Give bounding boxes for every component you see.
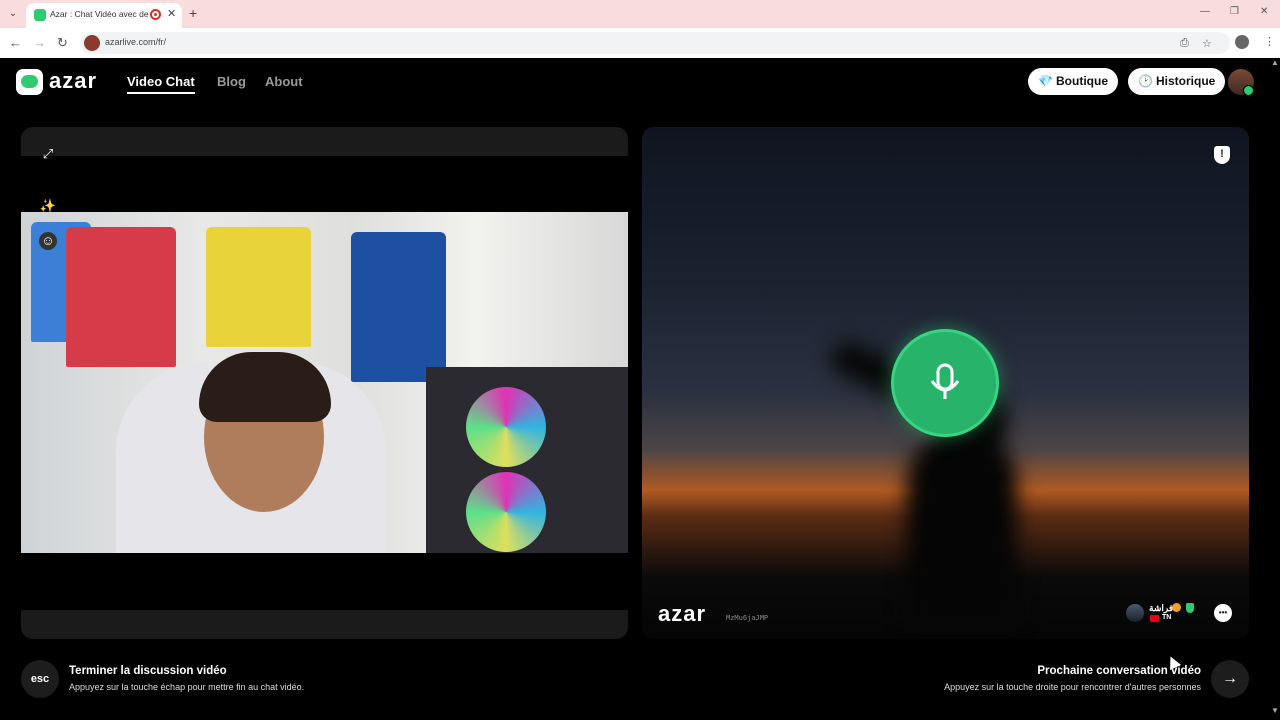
nav-video-chat[interactable]: Video Chat	[127, 74, 195, 94]
chat-icon[interactable]: •••	[1214, 604, 1232, 622]
new-tab-button[interactable]: +	[189, 5, 197, 21]
install-icon[interactable]: ⎙	[1180, 37, 1189, 50]
browser-tab[interactable]: Azar : Chat Vidéo avec de n ✕	[26, 3, 182, 28]
end-chat-subtitle: Appuyez sur la touche échap pour mettre …	[69, 682, 305, 692]
extensions-icon[interactable]	[1235, 35, 1249, 49]
local-user-hair	[199, 352, 331, 422]
restore-icon[interactable]: ❐	[1230, 6, 1239, 17]
magic-wand-icon[interactable]: ✨	[39, 197, 57, 215]
shop-button[interactable]: 💎 Boutique	[1028, 68, 1118, 95]
rgb-fan	[466, 387, 546, 467]
browser-tab-bar: ⌄ Azar : Chat Vidéo avec de n ✕ + — ❐ ✕	[0, 0, 1280, 28]
address-bar[interactable]: azarlive.com/fr/ ⎙ ☆	[80, 32, 1230, 54]
jersey	[66, 227, 176, 367]
tab-list-icon[interactable]: ⌄	[6, 7, 20, 21]
fullscreen-icon[interactable]: ⤢	[39, 145, 57, 163]
reload-icon[interactable]: ↻	[57, 35, 68, 51]
microphone-icon	[930, 363, 960, 399]
local-video	[21, 156, 628, 610]
peer-avatar[interactable]	[1126, 604, 1144, 622]
nav-about[interactable]: About	[265, 74, 303, 89]
history-button[interactable]: 🕑 Historique	[1128, 68, 1226, 95]
jersey	[351, 232, 446, 382]
browser-toolbar: ← → ↻ azarlive.com/fr/ ⎙ ☆ ⋮	[0, 28, 1280, 58]
face-filter-icon[interactable]: ☺	[39, 232, 57, 250]
forward-icon[interactable]: →	[33, 35, 46, 50]
remote-peer-id: MzMu6jaJMP	[726, 614, 769, 622]
clock-icon: 🕑	[1138, 74, 1153, 88]
bookmark-star-icon[interactable]: ☆	[1202, 37, 1212, 50]
diamond-icon: 💎	[1038, 74, 1053, 88]
arrow-right-icon[interactable]: →	[1211, 660, 1249, 698]
jersey	[206, 227, 311, 347]
azar-logo-text[interactable]: azar	[49, 68, 97, 94]
end-chat-title: Terminer la discussion vidéo	[69, 665, 227, 677]
shop-label: Boutique	[1056, 74, 1108, 88]
tab-title: Azar : Chat Vidéo avec de n	[50, 9, 150, 19]
end-chat-button[interactable]: esc	[21, 660, 59, 698]
peer-name: فراشة	[1149, 603, 1174, 613]
report-shield-icon[interactable]: !	[1214, 146, 1230, 164]
verified-shield-icon	[1186, 603, 1194, 613]
history-label: Historique	[1156, 74, 1216, 88]
back-icon[interactable]: ←	[9, 35, 22, 50]
rgb-fan	[466, 472, 546, 552]
microphone-button[interactable]	[891, 329, 999, 437]
recording-icon	[150, 9, 161, 20]
online-badge-icon	[1243, 85, 1254, 96]
site-info-icon[interactable]	[84, 35, 100, 51]
remote-video-panel: ! azar MzMu6jaJMP فراشة TN •••	[642, 127, 1249, 639]
minimize-icon[interactable]: —	[1200, 6, 1210, 17]
silhouette-body	[907, 432, 1017, 622]
local-video-panel: ⤢ ✨ ☺	[21, 127, 628, 639]
remote-azar-logo: azar	[658, 601, 707, 626]
nav-blog[interactable]: Blog	[217, 74, 246, 89]
azar-logo-icon[interactable]	[16, 69, 43, 95]
close-tab-icon[interactable]: ✕	[167, 7, 176, 20]
scroll-down-icon[interactable]: ▼	[1271, 706, 1279, 715]
tunisia-flag-icon	[1150, 615, 1159, 622]
peer-emoji-icon	[1172, 603, 1181, 612]
pc-case	[426, 367, 628, 553]
azar-favicon-icon	[34, 9, 46, 21]
close-window-icon[interactable]: ✕	[1260, 6, 1268, 17]
peer-country: TN	[1162, 614, 1172, 621]
scroll-up-icon[interactable]: ▲	[1271, 58, 1279, 67]
url-text: azarlive.com/fr/	[105, 37, 167, 47]
menu-icon[interactable]: ⋮	[1264, 35, 1275, 48]
local-camera-feed	[21, 212, 628, 553]
next-chat-subtitle: Appuyez sur la touche droite pour rencon…	[944, 682, 1201, 692]
